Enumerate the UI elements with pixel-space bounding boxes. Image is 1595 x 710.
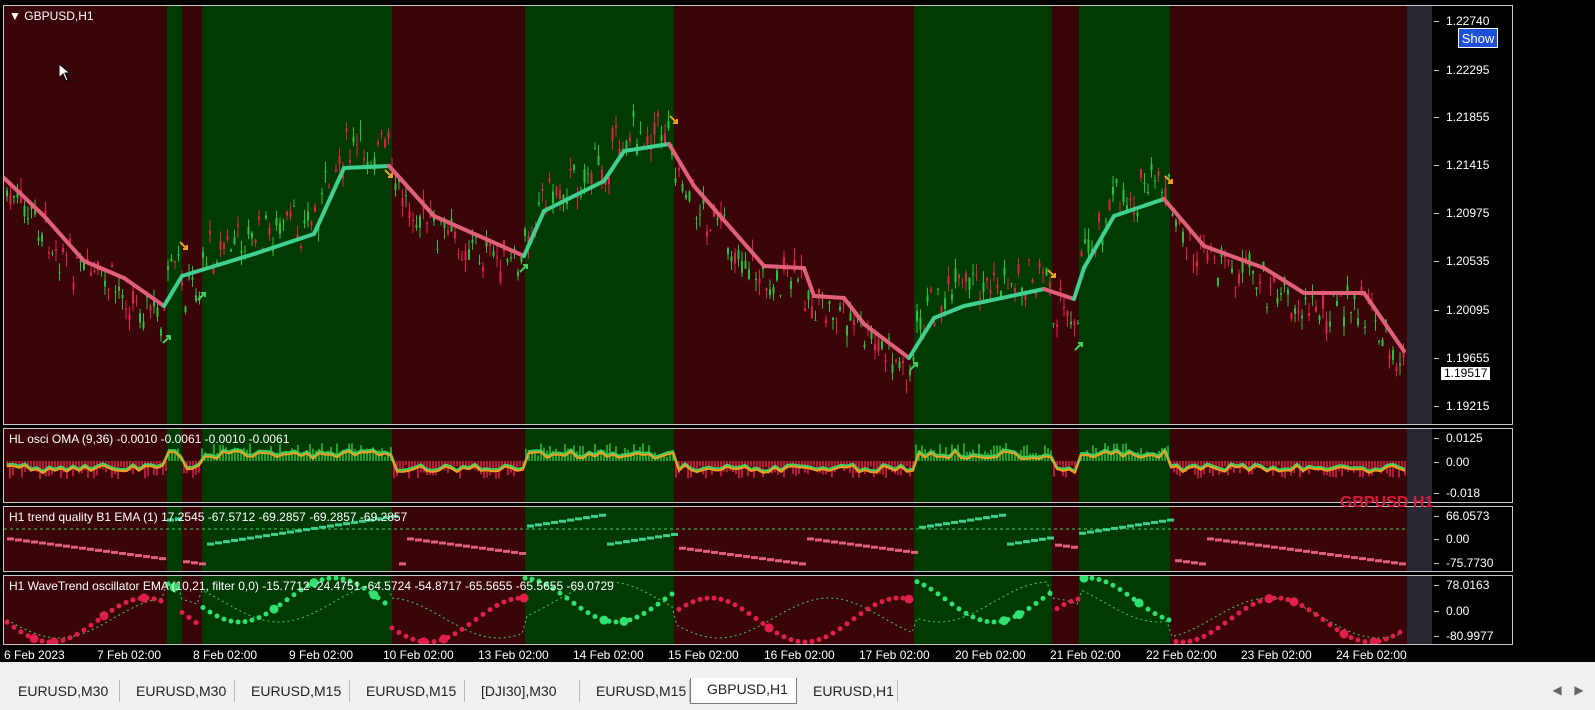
scroll-right-icon[interactable]: ▶ bbox=[1572, 683, 1586, 697]
hl-osci-label: HL osci OMA (9,36) -0.0010 -0.0061 -0.00… bbox=[9, 432, 290, 446]
time-label: 16 Feb 02:00 bbox=[764, 648, 835, 662]
time-label: 17 Feb 02:00 bbox=[859, 648, 930, 662]
price-tick: 1.20975 bbox=[1433, 206, 1490, 220]
time-label: 23 Feb 02:00 bbox=[1241, 648, 1312, 662]
hl-osci-pane[interactable]: HL osci OMA (9,36) -0.0010 -0.0061 -0.00… bbox=[3, 428, 1513, 503]
price-tick: 1.19215 bbox=[1433, 399, 1490, 413]
tab-gbpusd-h1[interactable]: GBPUSD,H1 bbox=[690, 678, 797, 704]
symbol-label: ▼ GBPUSD,H1 bbox=[9, 9, 94, 23]
trend-quality-label: H1 trend quality B1 EMA (1) 17.2545 -67.… bbox=[9, 510, 408, 524]
price-tick: 1.22295 bbox=[1433, 63, 1490, 77]
price-tick: 1.22740 bbox=[1433, 14, 1490, 28]
collapse-triangle-icon[interactable]: ▼ bbox=[9, 9, 21, 23]
time-label: 13 Feb 02:00 bbox=[478, 648, 549, 662]
price-scale: 1.22740 1.22295 1.21855 1.21415 1.20975 … bbox=[1432, 6, 1512, 424]
time-label: 15 Feb 02:00 bbox=[668, 648, 739, 662]
price-pane[interactable]: ▼ GBPUSD,H1 1.22740 1.22295 1.21855 1.21… bbox=[3, 5, 1513, 425]
tab-eurusd-m15[interactable]: EURUSD,M15 bbox=[235, 680, 350, 702]
trend-quality-pane[interactable]: H1 trend quality B1 EMA (1) 17.2545 -67.… bbox=[3, 506, 1513, 572]
trend-quality-scale: 66.0573 0.00 -75.7730 bbox=[1432, 507, 1512, 571]
current-price-label: 1.19517 bbox=[1441, 367, 1491, 380]
chart-tabs: EURUSD,M30 EURUSD,M30 EURUSD,M15 EURUSD,… bbox=[0, 678, 1595, 710]
wavetrend-pane[interactable]: H1 WaveTrend oscillator EMA (10,21, filt… bbox=[3, 575, 1513, 645]
tab-eurusd-m15[interactable]: EURUSD,M15 bbox=[350, 680, 465, 702]
time-label: 9 Feb 02:00 bbox=[289, 648, 354, 662]
time-label: 22 Feb 02:00 bbox=[1146, 648, 1217, 662]
scroll-left-icon[interactable]: ◀ bbox=[1550, 683, 1564, 697]
time-label: 24 Feb 02:00 bbox=[1336, 648, 1407, 662]
price-tick: 1.21415 bbox=[1433, 158, 1490, 172]
wavetrend-label: H1 WaveTrend oscillator EMA (10,21, filt… bbox=[9, 579, 614, 593]
wavetrend-scale: 78.0163 0.00 -80.9977 bbox=[1432, 576, 1512, 644]
time-label: 7 Feb 02:00 bbox=[97, 648, 162, 662]
symbol-watermark: GBPUSD H1 bbox=[1340, 494, 1434, 511]
tab-eurusd-m30[interactable]: EURUSD,M30 bbox=[2, 680, 120, 702]
tab-eurusd-h1[interactable]: EURUSD,H1 bbox=[797, 680, 898, 702]
price-tick: 1.21855 bbox=[1433, 110, 1490, 124]
time-label: 8 Feb 02:00 bbox=[193, 648, 258, 662]
mouse-cursor-icon bbox=[59, 64, 71, 82]
time-label: 20 Feb 02:00 bbox=[955, 648, 1026, 662]
time-label: 14 Feb 02:00 bbox=[573, 648, 644, 662]
tab-eurusd-m15[interactable]: EURUSD,M15 bbox=[580, 680, 690, 702]
time-label: 6 Feb 2023 bbox=[4, 648, 65, 662]
price-tick: 1.20095 bbox=[1433, 303, 1490, 317]
chart-window[interactable]: ▼ GBPUSD,H1 1.22740 1.22295 1.21855 1.21… bbox=[0, 0, 1595, 662]
price-chart bbox=[4, 6, 1512, 424]
price-tick: 1.20535 bbox=[1433, 254, 1490, 268]
time-label: 21 Feb 02:00 bbox=[1050, 648, 1121, 662]
price-tick: 1.19655 bbox=[1433, 351, 1490, 365]
tab-eurusd-m30[interactable]: EURUSD,M30 bbox=[120, 680, 235, 702]
show-button[interactable]: Show bbox=[1458, 28, 1498, 48]
hl-osci-scale: 0.0125 0.00 -0.018 bbox=[1432, 429, 1512, 502]
tab-dji30-m30[interactable]: [DJI30],M30 bbox=[465, 680, 580, 702]
time-label: 10 Feb 02:00 bbox=[383, 648, 454, 662]
time-axis: 6 Feb 2023 7 Feb 02:00 8 Feb 02:00 9 Feb… bbox=[0, 648, 1515, 662]
